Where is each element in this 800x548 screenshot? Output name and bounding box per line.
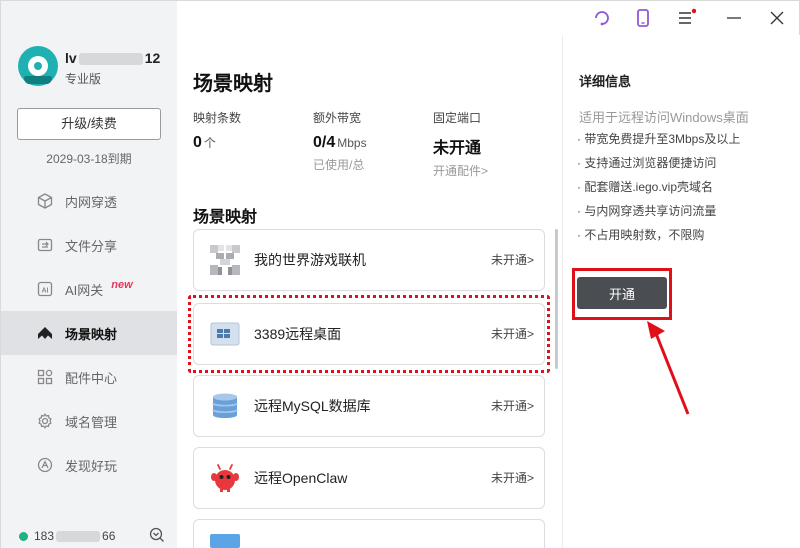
card-name: 远程MySQL数据库 (254, 398, 371, 414)
phone-number: 183 66 (19, 529, 115, 543)
grid-icon (37, 369, 53, 385)
new-badge: new (111, 279, 133, 291)
user-name: lv 12 (65, 50, 160, 66)
card-name: 我的世界游戏联机 (254, 252, 366, 268)
menu-icon[interactable] (676, 8, 696, 28)
sidebar-item-label: 域名管理 (65, 414, 118, 430)
detail-feature-item: · 支持通过浏览器便捷访问 (577, 156, 717, 170)
mobile-icon[interactable] (633, 8, 653, 28)
stat-number: 0/4 (313, 134, 336, 151)
card-status: 未开通> (490, 327, 534, 341)
sidebar-item-accessories[interactable]: 配件中心 (1, 355, 177, 399)
svg-text:AI: AI (42, 288, 49, 295)
logout-icon[interactable] (149, 527, 165, 543)
app-window: lv 12 专业版 升级/续费 2029-03-18到期 内网穿透 文件分享 AI… (0, 0, 800, 548)
sidebar-nav: 内网穿透 文件分享 AI AI网关 new 场景映射 配件中心 域名管理 发现好… (1, 179, 177, 487)
gear-icon (38, 413, 52, 429)
card-name: 远程OpenClaw (254, 470, 348, 486)
database-icon (212, 393, 238, 418)
scene-card-minecraft[interactable]: 我的世界游戏联机 未开通> (193, 229, 545, 291)
stat-value: 未开通 (433, 140, 482, 157)
windows-desktop-icon (210, 322, 240, 346)
stat-label: 映射条数 (193, 111, 242, 125)
sidebar-item-label: AI网关 (65, 282, 104, 298)
detail-feature-item: · 不占用映射数，不限购 (577, 228, 705, 242)
open-button[interactable]: 开通 (577, 277, 667, 309)
stat-number: 0 (193, 134, 202, 151)
stat-unit: Mbps (337, 136, 367, 150)
partial-card-icon (210, 534, 240, 548)
stat-unit: 个 (203, 136, 216, 150)
support-icon[interactable] (592, 8, 612, 28)
sidebar-item-label: 发现好玩 (65, 458, 118, 474)
card-name: 3389远程桌面 (254, 326, 342, 342)
detail-panel: 详细信息 适用于远程访问Windows桌面 · 带宽免费提升至3Mbps及以上 … (562, 35, 800, 548)
detail-description: 适用于远程访问Windows桌面 (579, 110, 749, 125)
stat-extra-bandwidth: 额外带宽 0/4 Mbps 已使用/总 (313, 109, 367, 173)
sidebar-item-ai-gateway[interactable]: AI AI网关 new (1, 267, 177, 311)
stat-value: 0/4 Mbps (313, 134, 367, 152)
online-status-icon (19, 531, 28, 541)
upgrade-button[interactable]: 升级/续费 (17, 108, 161, 140)
card-status: 未开通> (490, 253, 534, 267)
cube-icon (37, 193, 53, 209)
sidebar-item-domain[interactable]: 域名管理 (1, 399, 177, 443)
user-plan: 专业版 (65, 72, 102, 86)
ai-icon: AI (37, 281, 53, 297)
section-title: 场景映射 (193, 209, 258, 226)
stat-fixed-port: 固定端口 未开通 开通配件> (433, 109, 488, 179)
sidebar-item-intranet[interactable]: 内网穿透 (1, 179, 177, 223)
phone-suffix: 66 (102, 529, 116, 543)
scrollbar[interactable] (555, 229, 558, 369)
sidebar-item-label: 配件中心 (65, 370, 118, 386)
sidebar: lv 12 专业版 升级/续费 2029-03-18到期 内网穿透 文件分享 AI… (1, 1, 177, 548)
sidebar-item-label: 内网穿透 (65, 194, 118, 210)
user-name-prefix: lv (65, 50, 77, 66)
close-icon[interactable] (767, 8, 787, 28)
detail-feature-list: · 带宽免费提升至3Mbps及以上 · 支持通过浏览器便捷访问 · 配套赠送.i… (577, 131, 740, 251)
share-icon (37, 238, 53, 252)
scene-icon (38, 327, 52, 339)
sidebar-item-scene-mapping[interactable]: 场景映射 (1, 311, 177, 355)
sidebar-item-label: 场景映射 (65, 326, 118, 342)
annotation-arrow-icon (647, 321, 690, 415)
user-name-suffix: 12 (144, 50, 161, 66)
sidebar-item-discover[interactable]: 发现好玩 (1, 443, 177, 487)
stat-mapping-count: 映射条数 0个 (193, 109, 241, 152)
scene-card-partial[interactable] (193, 519, 545, 548)
scene-card-mysql[interactable]: 远程MySQL数据库 未开通> (193, 375, 545, 437)
stat-label: 额外带宽 (313, 111, 362, 125)
sidebar-item-file-share[interactable]: 文件分享 (1, 223, 177, 267)
minecraft-icon (210, 245, 240, 275)
scene-card-remote-desktop[interactable]: 3389远程桌面 未开通> (188, 295, 550, 373)
title-bar (562, 1, 800, 35)
page-title: 场景映射 (193, 73, 273, 95)
stat-sub: 已使用/总 (313, 158, 365, 172)
minimize-icon[interactable] (724, 8, 744, 28)
stat-value: 0个 (193, 134, 241, 152)
blurred-text (56, 530, 101, 542)
stat-label: 固定端口 (433, 111, 482, 125)
blurred-text (78, 53, 143, 66)
card-status: 未开通> (490, 399, 534, 413)
sidebar-item-label: 文件分享 (65, 238, 118, 254)
phone-prefix: 183 (34, 529, 55, 543)
card-status: 未开通> (490, 471, 534, 485)
discover-icon (37, 457, 53, 473)
avatar[interactable] (18, 46, 58, 86)
detail-feature-item: · 带宽免费提升至3Mbps及以上 (577, 132, 741, 146)
detail-title: 详细信息 (579, 74, 632, 89)
main-content: 场景映射 映射条数 0个 额外带宽 0/4 Mbps 已使用/总 固定端口 未开通… (177, 1, 562, 548)
open-accessory-link[interactable]: 开通配件> (433, 162, 488, 179)
expire-date: 2029-03-18到期 (46, 152, 132, 166)
detail-feature-item: · 配套赠送.iego.vip壳域名 (577, 180, 714, 194)
detail-feature-item: · 与内网穿透共享访问流量 (577, 204, 717, 218)
scene-card-openclaw[interactable]: 远程OpenClaw 未开通> (193, 447, 545, 509)
openclaw-icon (211, 464, 239, 492)
